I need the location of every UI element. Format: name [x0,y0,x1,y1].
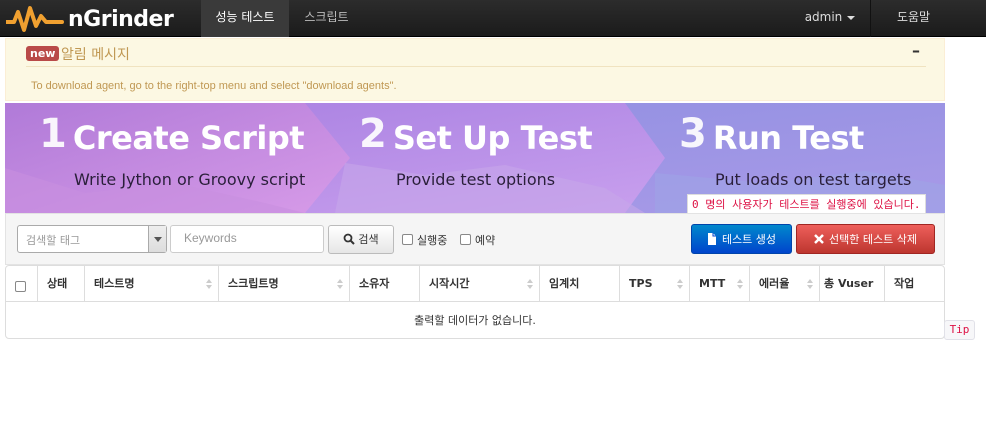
col-script-name[interactable]: 스크립트명 [218,266,349,302]
step-1-subtitle: Write Jython or Groovy script [74,170,306,189]
delete-selected-label: 선택한 테스트 삭제 [829,233,917,246]
top-navbar: nGrinder 성능 테스트 스크립트 admin 도움말 [0,0,986,37]
step-1-number: 1 [39,111,67,157]
sort-icon [677,279,683,289]
col-mtt[interactable]: MTT [689,266,749,302]
sort-icon [737,279,743,289]
col-tps[interactable]: TPS [619,266,689,302]
tag-select[interactable]: 검색할 태그 [17,225,167,253]
col-error-rate-label: 에러율 [759,277,790,290]
table-header: 상태 테스트명 스크립트명 소유자 시작시간 임계치 TPS MTT 에러율 총… [6,266,944,302]
brand-name: nGrinder [68,6,174,32]
user-menu[interactable]: admin [790,0,870,37]
step-1-title: Create Script [72,119,305,157]
col-actions: 작업 [884,266,944,302]
col-owner[interactable]: 소유자 [349,266,419,302]
sort-icon [337,279,343,289]
col-tps-label: TPS [629,277,653,290]
alert-divider [26,66,926,67]
keyword-search-input[interactable]: Keywords [170,225,324,253]
test-list-table: 상태 테스트명 스크립트명 소유자 시작시간 임계치 TPS MTT 에러율 총… [5,265,945,339]
step-1: 1 Create Script [39,111,305,157]
scheduled-filter-checkbox[interactable] [460,234,471,245]
step-3-title: Run Test [712,119,864,157]
dropdown-arrow-icon[interactable] [148,226,166,252]
col-test-name-label: 테스트명 [94,277,135,290]
step-2-subtitle: Provide test options [396,170,556,189]
sort-icon [206,279,212,289]
col-start-time[interactable]: 시작시간 [419,266,539,302]
col-total-vuser[interactable]: 총 Vuser [819,266,884,302]
delete-selected-button[interactable]: 선택한 테스트 삭제 [796,224,935,254]
user-name: admin [804,10,843,24]
scheduled-filter-label: 예약 [475,234,496,247]
col-status[interactable]: 상태 [37,266,84,302]
step-2: 2 Set Up Test [359,111,593,157]
search-button-label: 검색 [358,233,379,246]
search-toolbar: 검색할 태그 Keywords 검색 실행중 예약 테스트 생성 선택한 테스트… [5,213,945,265]
create-test-label: 테스트 생성 [721,233,777,246]
running-filter-checkbox[interactable] [402,234,413,245]
alert-message: To download agent, go to the right-top m… [31,80,397,92]
tab-performance-test[interactable]: 성능 테스트 [201,0,289,37]
step-2-title: Set Up Test [392,119,593,157]
step-3-subtitle: Put loads on test targets [715,170,912,189]
close-icon [814,234,824,244]
search-button[interactable]: 검색 [328,225,394,254]
sort-icon [807,279,813,289]
col-threshold[interactable]: 임계치 [539,266,619,302]
running-users-count: 0 명의 사용자가 테스트를 실행중에 있습니다. [687,194,926,214]
new-badge: new [26,46,60,61]
create-test-button[interactable]: 테스트 생성 [691,224,792,254]
tab-script[interactable]: 스크립트 [289,0,364,37]
col-script-name-label: 스크립트명 [228,277,279,290]
tag-select-placeholder: 검색할 태그 [26,234,81,247]
tip-button[interactable]: Tip [944,320,975,340]
step-2-number: 2 [359,111,387,157]
file-icon [707,233,716,245]
col-mtt-label: MTT [699,277,726,290]
step-3-number: 3 [679,111,707,157]
col-error-rate[interactable]: 에러율 [749,266,819,302]
help-link[interactable]: 도움말 [870,0,956,37]
select-all-cell [6,266,37,302]
col-test-name[interactable]: 테스트명 [84,266,218,302]
search-icon [343,233,356,245]
sort-icon [527,279,533,289]
step-3: 3 Run Test [679,111,864,157]
col-start-time-label: 시작시간 [429,277,470,290]
brand-logo[interactable]: nGrinder [6,4,174,34]
alert-title: 알림 메시지 [61,47,130,63]
caret-down-icon [847,15,856,20]
running-filter-label: 실행중 [417,234,448,247]
alert-panel: new 알림 메시지 – To download agent, go to th… [5,38,945,101]
minimize-button[interactable]: – [912,41,920,60]
ngrinder-wave-icon [6,6,64,32]
empty-table-message: 출력할 데이터가 없습니다. [414,314,536,327]
select-all-checkbox[interactable] [15,281,26,292]
